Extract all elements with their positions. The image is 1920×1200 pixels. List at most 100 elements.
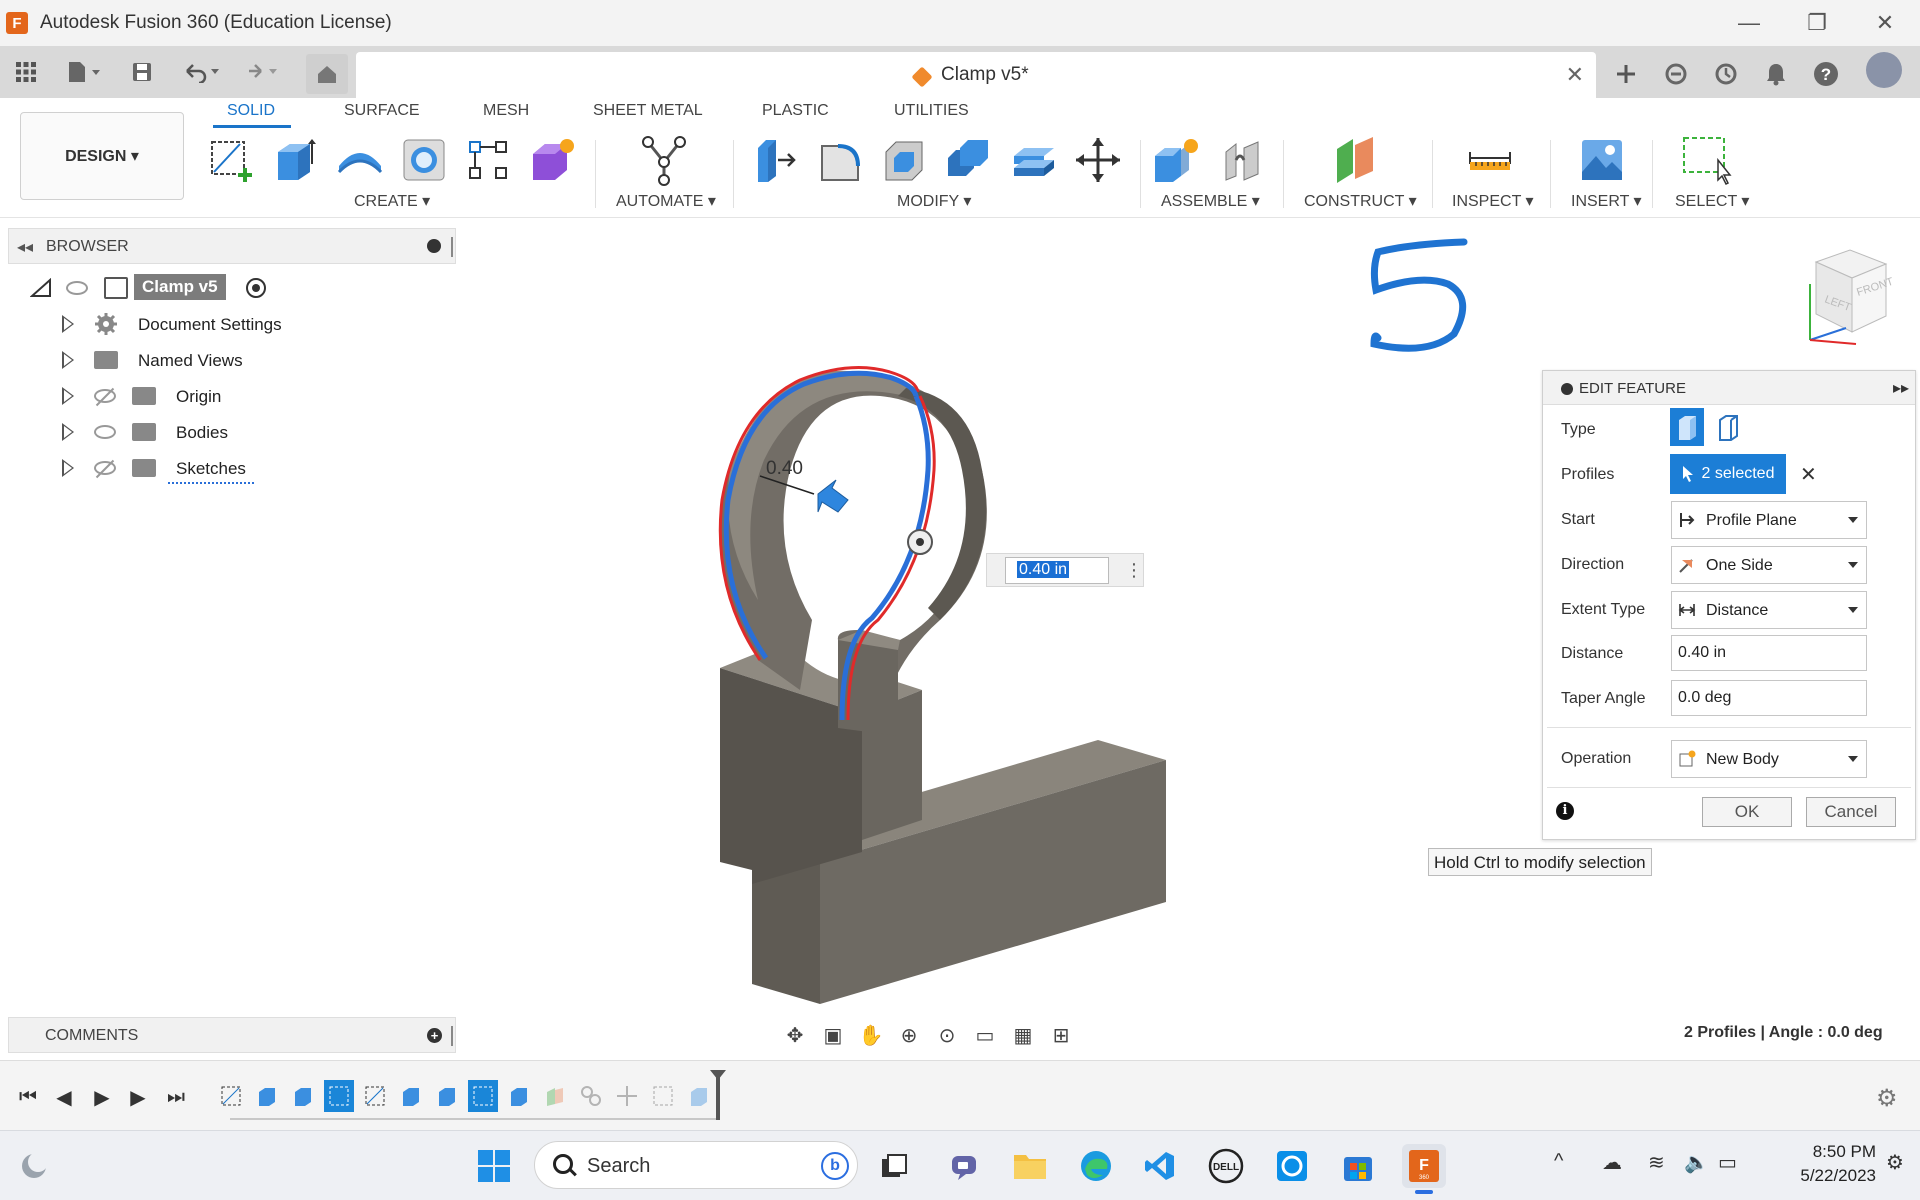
- insert-image-icon[interactable]: [1576, 134, 1628, 186]
- data-panel-grid-icon[interactable]: [8, 56, 44, 88]
- notifications-bell-icon[interactable]: [1758, 56, 1794, 92]
- close-window-button[interactable]: ✕: [1850, 0, 1920, 46]
- operation-select[interactable]: New Body: [1671, 740, 1867, 778]
- wifi-icon[interactable]: ≋: [1648, 1150, 1665, 1175]
- cortana-icon[interactable]: [1270, 1144, 1314, 1188]
- create-form-icon[interactable]: [526, 134, 578, 186]
- distance-inline-field[interactable]: 0.40 in: [1005, 557, 1109, 584]
- activate-component-icon[interactable]: [246, 278, 266, 298]
- close-tab-icon[interactable]: ✕: [1566, 62, 1584, 88]
- tab-plastic[interactable]: PLASTIC: [762, 102, 829, 120]
- viewports-icon[interactable]: ⊞: [1046, 1021, 1076, 1049]
- pattern-icon[interactable]: [462, 134, 514, 186]
- fillet-icon[interactable]: [814, 134, 866, 186]
- new-tab-icon[interactable]: [1608, 56, 1644, 92]
- distance-manipulator-input[interactable]: 0.40 in ⋮: [986, 553, 1144, 587]
- new-component-icon[interactable]: [1150, 134, 1202, 186]
- distance-input[interactable]: 0.40 in: [1671, 635, 1867, 671]
- minimize-browser-icon[interactable]: [427, 239, 441, 253]
- assemble-group-label[interactable]: ASSEMBLE ▾: [1161, 191, 1260, 211]
- expand-document-settings-icon[interactable]: [62, 315, 74, 333]
- edge-browser-icon[interactable]: [1074, 1144, 1118, 1188]
- clear-selection-icon[interactable]: ✕: [1800, 462, 1817, 487]
- timeline-extrude-feature[interactable]: [396, 1080, 426, 1112]
- measure-icon[interactable]: [1464, 134, 1516, 186]
- timeline-settings-gear-icon[interactable]: ⚙: [1876, 1084, 1898, 1113]
- type-solid-button[interactable]: [1670, 408, 1704, 446]
- timeline-extrude-feature[interactable]: [252, 1080, 282, 1112]
- timeline-joint-feature[interactable]: [576, 1080, 606, 1112]
- construct-group-label[interactable]: CONSTRUCT ▾: [1304, 191, 1417, 211]
- inspect-group-label[interactable]: INSPECT ▾: [1452, 191, 1534, 211]
- file-menu-icon[interactable]: [58, 56, 108, 88]
- timeline-sketch-feature-active[interactable]: [324, 1080, 354, 1112]
- create-group-label[interactable]: CREATE ▾: [354, 191, 430, 211]
- start-select[interactable]: Profile Plane: [1671, 501, 1867, 539]
- play-icon[interactable]: ▶: [88, 1086, 116, 1109]
- extrude-icon[interactable]: [268, 134, 320, 186]
- extensions-clock-icon[interactable]: [1708, 56, 1744, 92]
- hole-icon[interactable]: [398, 134, 450, 186]
- browser-item-origin[interactable]: Origin: [168, 384, 229, 410]
- workspace-switcher[interactable]: DESIGN ▾: [20, 112, 184, 200]
- timeline-plane-feature[interactable]: [540, 1080, 570, 1112]
- modify-group-label[interactable]: MODIFY ▾: [897, 191, 971, 211]
- pin-browser-icon[interactable]: [451, 237, 453, 257]
- revolve-icon[interactable]: [334, 134, 386, 186]
- timeline-extrude-feature[interactable]: [504, 1080, 534, 1112]
- hidden-eye-icon[interactable]: [94, 389, 116, 403]
- step-back-icon[interactable]: ◀: [50, 1086, 78, 1109]
- microsoft-store-icon[interactable]: [1336, 1144, 1380, 1188]
- task-view-icon[interactable]: [872, 1144, 916, 1188]
- browser-item-bodies[interactable]: Bodies: [168, 420, 236, 446]
- extent-type-select[interactable]: Distance: [1671, 591, 1867, 629]
- dell-icon[interactable]: DELL: [1204, 1144, 1248, 1188]
- select-window-icon[interactable]: [1680, 134, 1732, 186]
- show-hidden-icons-icon[interactable]: ^: [1554, 1150, 1563, 1173]
- press-pull-icon[interactable]: [748, 134, 800, 186]
- expand-named-views-icon[interactable]: [62, 351, 74, 369]
- profiles-selection-button[interactable]: 2 selected: [1670, 454, 1786, 494]
- browser-item-named-views[interactable]: Named Views: [130, 348, 251, 374]
- battery-icon[interactable]: ▭: [1718, 1150, 1737, 1175]
- ok-button[interactable]: OK: [1702, 797, 1792, 827]
- timeline-sketch-feature[interactable]: [216, 1080, 246, 1112]
- help-icon[interactable]: ?: [1808, 56, 1844, 92]
- notification-center-icon[interactable]: ⚙: [1886, 1150, 1904, 1175]
- cancel-button[interactable]: Cancel: [1806, 797, 1896, 827]
- file-explorer-icon[interactable]: [1008, 1144, 1052, 1188]
- vscode-icon[interactable]: [1138, 1144, 1182, 1188]
- document-tab[interactable]: Clamp v5* ✕: [356, 52, 1596, 98]
- timeline-marker[interactable]: [710, 1070, 726, 1120]
- select-group-label[interactable]: SELECT ▾: [1675, 191, 1749, 211]
- user-avatar[interactable]: [1866, 52, 1902, 88]
- expand-dialog-icon[interactable]: ▸▸: [1893, 378, 1909, 398]
- combine-icon[interactable]: [942, 134, 994, 186]
- windows-start-icon[interactable]: [472, 1144, 516, 1188]
- type-thin-button[interactable]: [1711, 408, 1745, 446]
- tab-surface[interactable]: SURFACE: [344, 102, 420, 120]
- teams-chat-icon[interactable]: [942, 1144, 986, 1188]
- grid-settings-icon[interactable]: ▦: [1008, 1021, 1038, 1049]
- tab-utilities[interactable]: UTILITIES: [894, 102, 969, 120]
- widgets-weather-icon[interactable]: [12, 1144, 56, 1188]
- expand-bodies-icon[interactable]: [62, 423, 74, 441]
- direction-select[interactable]: One Side: [1671, 546, 1867, 584]
- go-to-start-icon[interactable]: ⏮: [14, 1086, 42, 1108]
- taper-angle-input[interactable]: 0.0 deg: [1671, 680, 1867, 716]
- create-sketch-icon[interactable]: [204, 134, 256, 186]
- home-icon[interactable]: [306, 54, 348, 94]
- timeline-move-feature[interactable]: [612, 1080, 642, 1112]
- go-to-end-icon[interactable]: ⏭: [162, 1086, 190, 1108]
- minimize-button[interactable]: —: [1714, 0, 1784, 46]
- browser-item-document-settings[interactable]: Document Settings: [130, 312, 290, 338]
- add-comment-icon[interactable]: +: [427, 1028, 442, 1043]
- info-icon[interactable]: i: [1556, 802, 1574, 820]
- expand-origin-icon[interactable]: [62, 387, 74, 405]
- display-settings-icon[interactable]: ▭: [970, 1021, 1000, 1049]
- system-clock[interactable]: 8:50 PM 5/22/2023: [1760, 1140, 1876, 1188]
- pin-comments-icon[interactable]: [451, 1026, 453, 1046]
- pan-hand-icon[interactable]: ✋: [856, 1021, 886, 1049]
- onedrive-cloud-icon[interactable]: ☁: [1602, 1150, 1622, 1175]
- more-options-icon[interactable]: ⋮: [1125, 560, 1143, 581]
